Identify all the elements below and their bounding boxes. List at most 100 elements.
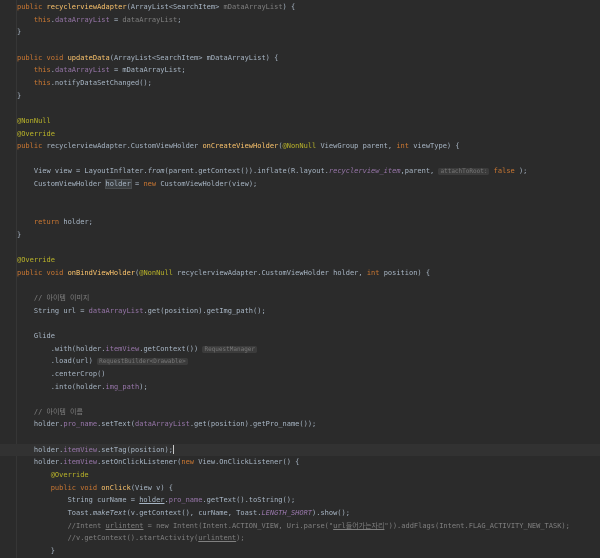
code-token: onBindViewHolder — [67, 268, 136, 277]
code-token: ); — [236, 534, 245, 543]
code-line[interactable] — [0, 393, 600, 406]
code-token: dataArrayList — [54, 66, 110, 75]
code-token: dataArrayList — [88, 306, 144, 315]
code-token: .get(position).getImg_path(); — [143, 306, 266, 315]
code-line[interactable]: //Intent urlintent = new Intent(Intent.A… — [0, 520, 600, 533]
code-token: Glide — [17, 331, 55, 340]
code-line[interactable]: holder.pro_name.setText(dataArrayList.ge… — [0, 418, 600, 431]
code-token: position) { — [383, 268, 431, 277]
code-token: holder; — [63, 218, 93, 227]
code-line[interactable] — [0, 279, 600, 292]
code-token: holder. — [17, 420, 64, 429]
code-token: img_path — [105, 382, 140, 391]
code-line[interactable]: } — [0, 90, 600, 103]
code-token: int — [366, 268, 384, 277]
code-line[interactable]: } — [0, 545, 600, 558]
code-token: new — [143, 180, 161, 189]
code-token: updateData — [67, 53, 110, 62]
code-line[interactable]: public recyclerviewAdapter(ArrayList<Sea… — [0, 1, 600, 14]
code-token: false — [493, 167, 515, 176]
code-line[interactable]: return holder; — [0, 216, 600, 229]
code-line[interactable]: @Override — [0, 128, 600, 141]
code-line[interactable]: Glide — [0, 330, 600, 343]
code-token: Toast. — [17, 509, 93, 517]
code-token: @NonNull — [17, 116, 51, 125]
code-line[interactable]: public void onBindViewHolder(@NonNull re… — [0, 267, 600, 280]
code-token: @Override — [17, 256, 55, 264]
code-token: .get(position).getPro_name()); — [189, 420, 317, 429]
code-line[interactable]: } — [0, 229, 600, 242]
code-line[interactable]: View view = LayoutInflater.from(parent.g… — [0, 165, 600, 178]
code-line[interactable]: this.dataArrayList = mDataArrayList; — [0, 64, 600, 77]
code-token: ,parent, — [400, 167, 439, 176]
code-line[interactable]: this.dataArrayList = dataArrayList; — [0, 14, 600, 27]
code-token: public — [17, 142, 47, 151]
code-token: = mDataArrayList; — [109, 66, 186, 75]
code-line[interactable] — [0, 203, 600, 216]
code-line[interactable] — [0, 317, 600, 330]
parameter-hint: RequestBuilder<Drawable> — [97, 358, 188, 366]
code-line[interactable]: this.notifyDataSetChanged(); — [0, 77, 600, 90]
code-line[interactable]: CustomViewHolder holder = new CustomView… — [0, 178, 600, 191]
code-line[interactable]: .into(holder.img_path); — [0, 381, 600, 394]
code-token: (v.getContext(), curName, Toast. — [126, 509, 262, 517]
code-line[interactable]: String url = dataArrayList.get(position)… — [0, 305, 600, 318]
code-token: .into(holder. — [17, 382, 106, 391]
code-token: ).show(); — [312, 509, 350, 517]
code-line[interactable]: } — [0, 26, 600, 39]
code-line[interactable]: public recyclerviewAdapter.CustomViewHol… — [0, 140, 600, 153]
code-token: viewType) { — [413, 142, 460, 151]
code-line[interactable]: holder.itemView.setOnClickListener(new V… — [0, 456, 600, 469]
code-token: mDataArrayList — [223, 3, 283, 11]
code-line[interactable]: holder.itemView.setTag(position); — [0, 443, 600, 457]
code-token: //Intent — [17, 521, 106, 530]
code-token: dataArrayList — [54, 15, 110, 24]
code-line[interactable] — [0, 241, 600, 254]
code-token: holder — [104, 179, 132, 190]
code-line[interactable]: String curName = holder.pro_name.getText… — [0, 494, 600, 507]
code-token: ")).addFlags(Intent.FLAG_ACTIVITY_NEW_TA… — [384, 521, 570, 530]
code-token: recyclerviewAdapter.CustomViewHolder — [46, 142, 203, 151]
code-token: .with(holder. — [17, 344, 106, 353]
code-editor[interactable]: public recyclerviewAdapter(ArrayList<Sea… — [0, 0, 600, 558]
code-token: .getContext()) — [139, 344, 203, 353]
code-token: ViewGroup parent, — [320, 142, 397, 151]
code-token: String curName = — [17, 496, 140, 505]
code-token: urlintent — [198, 534, 237, 543]
code-token: public void — [17, 268, 68, 277]
code-line[interactable]: Toast.makeText(v.getContext(), curName, … — [0, 507, 600, 520]
code-token: recyclerview_item — [328, 167, 401, 176]
code-token: itemView — [63, 445, 98, 454]
code-token: CustomViewHolder(view); — [160, 180, 258, 189]
code-line[interactable]: //v.getContext().startActivity(urlintent… — [0, 532, 600, 545]
code-line[interactable] — [0, 431, 600, 444]
code-line[interactable]: public void updateData(ArrayList<SearchI… — [0, 52, 600, 65]
code-token: urlintent — [105, 521, 144, 530]
code-line[interactable]: // 아이템 이미지 — [0, 292, 600, 305]
code-line[interactable]: // 아이템 이름 — [0, 406, 600, 419]
parameter-hint: RequestManager — [202, 345, 258, 353]
code-line[interactable] — [0, 153, 600, 166]
code-line[interactable]: .with(holder.itemView.getContext()) Requ… — [0, 343, 600, 356]
code-token: this — [33, 66, 51, 75]
code-token: = new Intent(Intent.ACTION_VIEW, Uri.par… — [143, 521, 334, 530]
code-line[interactable]: .centerCrop() — [0, 368, 600, 381]
code-line[interactable] — [0, 102, 600, 115]
code-line[interactable]: @Override — [0, 469, 600, 482]
code-token: ) { — [282, 3, 296, 11]
code-line[interactable]: public void onClick(View v) { — [0, 482, 600, 495]
code-token: = — [109, 15, 123, 24]
code-line[interactable] — [0, 39, 600, 52]
code-line[interactable]: @Override — [0, 254, 600, 267]
code-token: ); — [139, 382, 148, 391]
code-line[interactable]: @NonNull — [0, 115, 600, 128]
code-token: String url = — [17, 306, 89, 315]
code-line[interactable] — [0, 191, 600, 204]
code-token: public — [17, 3, 47, 11]
code-token: url들어가는자리 — [333, 521, 385, 530]
code-line[interactable]: .load(url) RequestBuilder<Drawable> — [0, 355, 600, 368]
code-token: pro_name — [168, 496, 203, 505]
